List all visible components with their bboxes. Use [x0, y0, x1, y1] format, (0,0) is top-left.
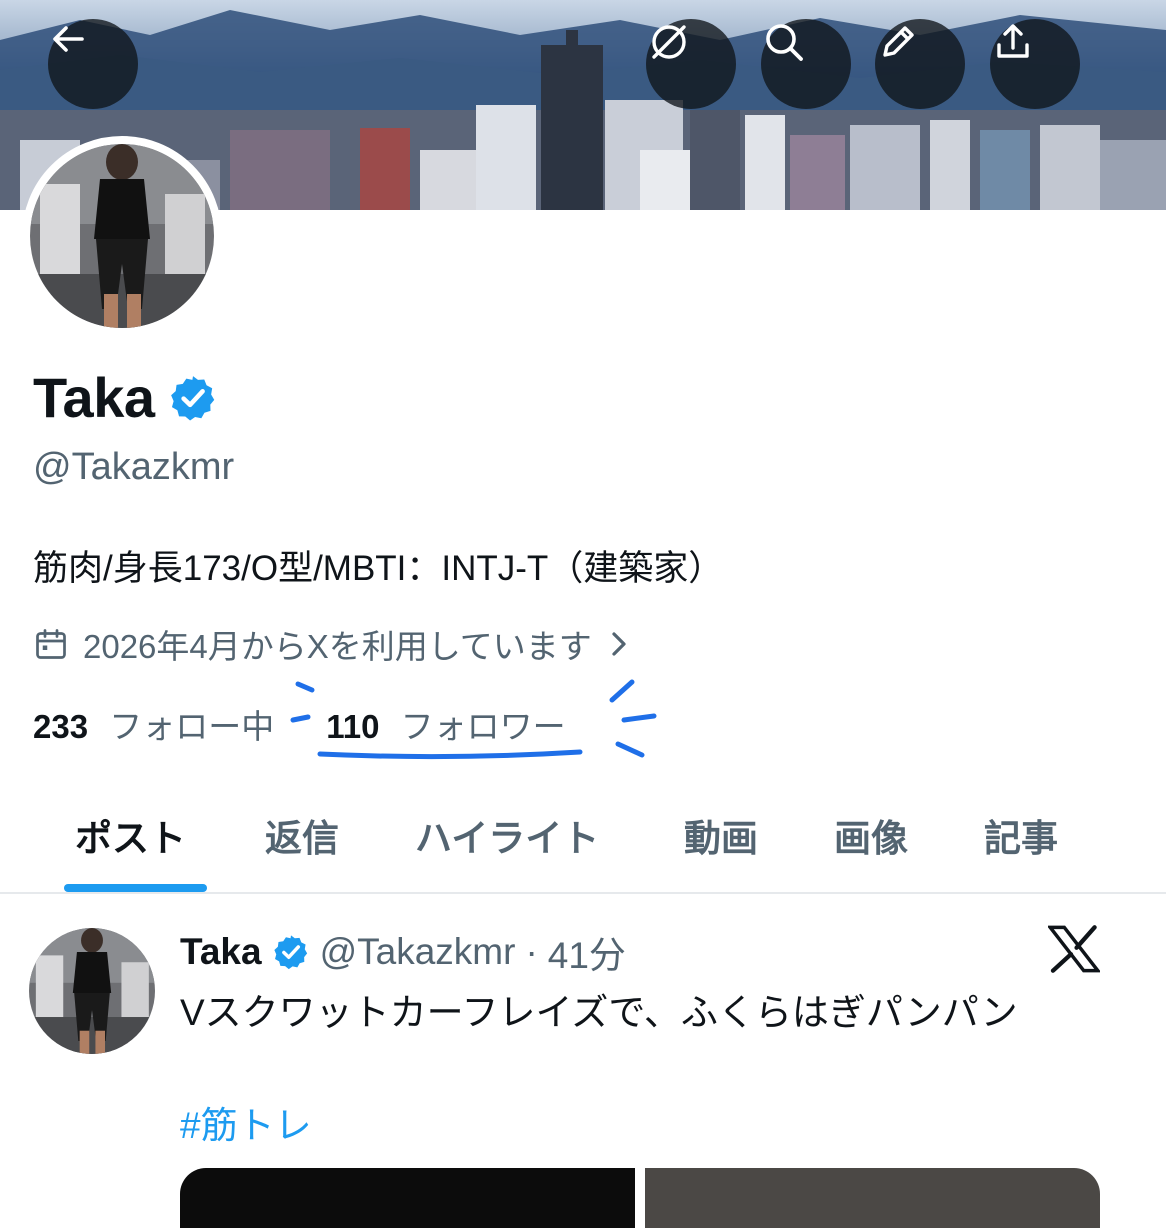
tab-highlights[interactable]: ハイライト — [415, 808, 599, 862]
avatar-photo — [30, 144, 214, 328]
post-separator: · — [525, 931, 538, 972]
profile-name-row: Taka — [33, 365, 218, 430]
back-button[interactable] — [48, 19, 138, 109]
tab-articles[interactable]: 記事 — [984, 808, 1058, 862]
share-button[interactable] — [990, 19, 1080, 109]
profile-avatar[interactable] — [22, 136, 222, 336]
edit-button[interactable] — [875, 19, 965, 109]
post-media-1[interactable] — [180, 1168, 635, 1228]
active-tab-indicator — [64, 884, 207, 892]
following-link[interactable]: 233 フォロー中 — [33, 700, 274, 748]
grok-button[interactable] — [646, 19, 736, 109]
profile-handle: @Takazkmr — [33, 446, 235, 488]
tab-replies[interactable]: 返信 — [265, 808, 339, 862]
tab-videos[interactable]: 動画 — [684, 808, 758, 862]
following-label: フォロー中 — [109, 708, 275, 745]
joined-date-row[interactable]: 2026年4月からXを利用しています — [33, 620, 632, 668]
post-author-handle[interactable]: @Takazkmr — [320, 931, 516, 973]
post-media-2[interactable] — [645, 1168, 1100, 1228]
share-icon — [997, 24, 1029, 58]
search-icon — [766, 24, 803, 61]
profile-tabs: ポスト 返信 ハイライト 動画 画像 記事 — [0, 800, 1166, 894]
post-text: Vスクワットカーフレイズで、ふくらはぎパンパン — [180, 992, 1018, 1033]
verified-badge-icon[interactable] — [168, 373, 218, 423]
followers-link[interactable]: 110 フォロワー — [326, 700, 565, 748]
joined-date-text: 2026年4月からXを利用しています — [83, 628, 592, 665]
back-arrow-icon — [53, 26, 84, 52]
post-time[interactable]: 41分 — [548, 925, 626, 979]
chevron-right-icon — [612, 632, 626, 656]
post-hashtag[interactable]: #筋トレ — [180, 1095, 312, 1149]
calendar-icon — [36, 629, 66, 659]
followers-label: フォロワー — [400, 708, 566, 745]
post-header: Taka @Takazkmr · 41分 — [180, 925, 626, 979]
post-avatar[interactable] — [29, 928, 155, 1054]
followers-count: 110 — [326, 708, 380, 745]
profile-bio: 筋肉/身長173/O型/MBTI：INTJ-T（建築家） — [33, 549, 724, 588]
verified-badge-icon — [273, 935, 307, 970]
tab-posts[interactable]: ポスト — [75, 808, 186, 862]
grok-icon — [652, 25, 686, 59]
following-count: 233 — [33, 708, 89, 745]
follow-stats: 233 フォロー中 110 フォロワー — [33, 700, 566, 748]
x-logo-icon — [1048, 925, 1100, 973]
tab-images[interactable]: 画像 — [834, 808, 908, 862]
search-button[interactable] — [761, 19, 851, 109]
avatar-photo — [29, 928, 155, 1054]
display-name: Taka — [33, 366, 155, 429]
pencil-icon — [883, 26, 914, 57]
post-author-name[interactable]: Taka — [180, 931, 262, 973]
